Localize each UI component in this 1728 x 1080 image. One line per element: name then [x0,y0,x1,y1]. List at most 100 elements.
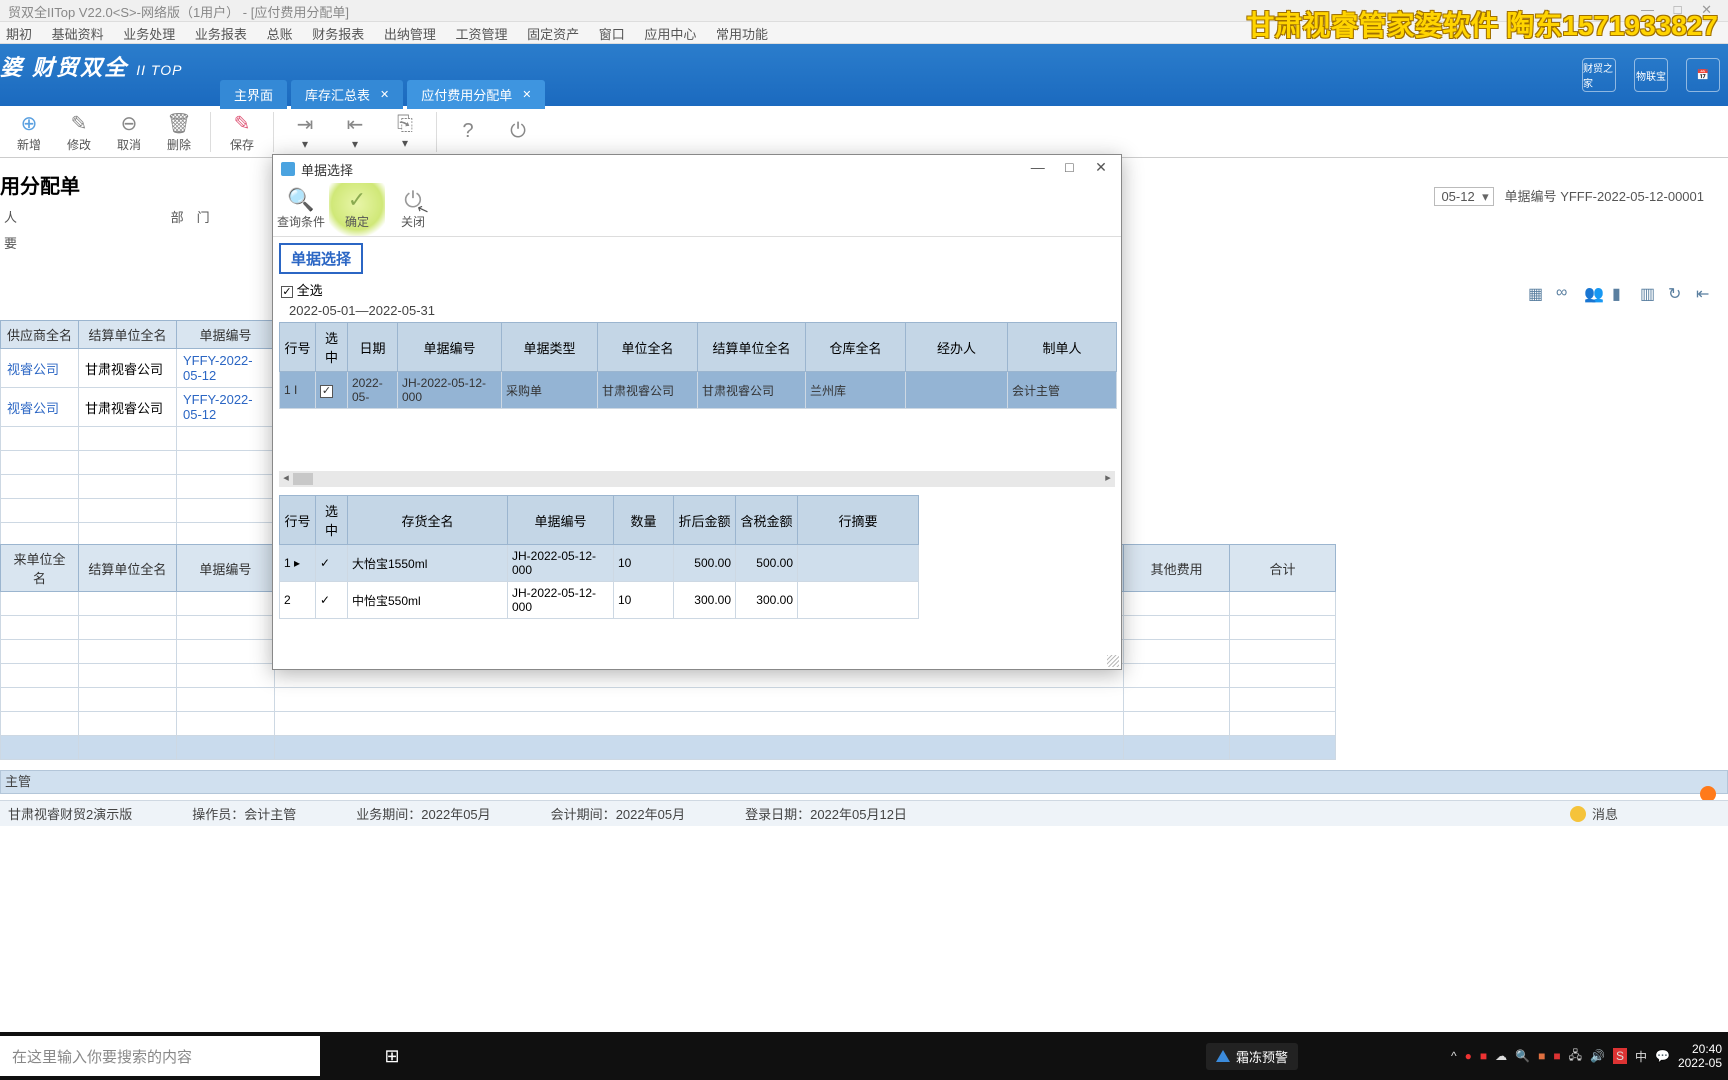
doc-date-row: 05-12 单据编号 YFFF-2022-05-12-00001 [1430,186,1716,212]
dialog-maximize[interactable]: □ [1055,159,1083,175]
table-row[interactable]: 视睿公司甘肃视睿公司YFFY-2022-05-12 [1,388,275,427]
menu-item[interactable]: 总账 [267,27,293,42]
menu-item[interactable]: 期初 [6,27,32,42]
grid-icon[interactable]: ▦ [1528,284,1548,304]
date-picker[interactable]: 05-12 [1434,187,1493,206]
section-tag: 单据选择 [279,243,363,274]
menu-item[interactable]: 工资管理 [455,27,507,42]
dialog-icon [281,162,295,176]
edit-button[interactable]: ✎修改 [54,111,104,153]
close-icon[interactable]: ✕ [380,88,389,101]
menu-item[interactable]: 窗口 [599,27,625,42]
app-banner: 甘肃视睿管家婆软件 陶东1571933827 婆 财贸双全 II TOP 主界面… [0,44,1728,106]
row-checkbox[interactable]: ✓ [320,593,330,607]
list-icon[interactable]: ▮ [1612,284,1632,304]
scroll-right-icon[interactable]: ▸ [1101,471,1115,487]
scroll-thumb[interactable] [293,473,313,485]
back-icon[interactable]: ⇤ [1696,284,1716,304]
refresh-icon[interactable]: ↻ [1668,284,1688,304]
table-row[interactable]: 1 ▸ ✓ 大怡宝1550ml JH-2022-05-12-000 10 500… [280,545,919,582]
row-checkbox[interactable]: ✓ [320,385,333,398]
maker-label: 人 [4,207,17,226]
system-tray: ^ ● ■ ☁ 🔍 ■ ■ 🖧 🔊 S 中 💬 20:402022-05 [1451,1042,1722,1070]
table-row[interactable]: 2 ✓ 中怡宝550ml JH-2022-05-12-000 10 300.00… [280,582,919,619]
dialog-close[interactable]: ✕ [1087,159,1115,176]
explorer-icon[interactable] [416,1032,464,1080]
tray-network-icon[interactable]: 🖧 [1569,1046,1582,1067]
tray-app-icon[interactable]: ■ [1480,1049,1487,1063]
menu-item[interactable]: 出纳管理 [384,27,436,42]
copy-dropdown[interactable]: ⎘▾ [380,113,430,150]
horizontal-scrollbar[interactable]: ◂ ▸ [279,471,1115,487]
dialog-minimize[interactable]: — [1024,159,1052,175]
tray-volume-icon[interactable]: 🔊 [1590,1049,1605,1063]
tray-record-icon[interactable]: ● [1465,1049,1472,1063]
confirm-button[interactable]: ✓确定 ↖ [329,183,385,236]
table-row[interactable]: 视睿公司甘肃视睿公司YFFY-2022-05-12 [1,349,275,388]
tray-ime-icon[interactable]: S [1613,1048,1627,1064]
tray-app2-icon[interactable]: ■ [1538,1049,1545,1063]
menu-item[interactable]: 业务处理 [123,27,175,42]
dialog-titlebar[interactable]: 单据选择 — □ ✕ [273,155,1121,183]
menu-item[interactable]: 基础资料 [52,27,104,42]
scroll-left-icon[interactable]: ◂ [279,471,293,487]
home-icon[interactable]: 财贸之家 [1582,58,1616,92]
menu-item[interactable]: 固定资产 [527,27,579,42]
banner-right-icons: 财贸之家 物联宝 📅 [1582,58,1720,92]
save-button[interactable]: ✎保存 [217,111,267,153]
cancel-button[interactable]: ⊖取消 [104,111,154,153]
message-button[interactable]: 消息 [1570,804,1618,823]
iot-icon[interactable]: 物联宝 [1634,58,1668,92]
calendar-icon[interactable]: 📅 [1686,58,1720,92]
weather-widget[interactable]: 霜冻预警 [1206,1043,1298,1070]
menu-item[interactable]: 财务报表 [312,27,364,42]
document-tabs: 主界面 库存汇总表✕ 应付费用分配单✕ [220,80,549,109]
link-icon[interactable]: ∞ [1556,284,1576,304]
watermark-text: 甘肃视睿管家婆软件 陶东1571933827 [1246,4,1718,44]
menu-item[interactable]: 业务报表 [195,27,247,42]
table-row[interactable]: 1 I ✓ 2022-05- JH-2022-05-12-000 采购单 甘肃视… [280,372,1117,409]
tab-main[interactable]: 主界面 [220,80,287,109]
close-icon[interactable]: ✕ [522,88,531,101]
goods-detail-grid[interactable]: 行号 选中 存货全名 单据编号 数量 折后金额 含税金额 行摘要 1 ▸ ✓ 大… [279,495,919,619]
select-all-checkbox[interactable]: ✓ 全选 [273,278,1121,301]
document-select-grid[interactable]: 行号 选中 日期 单据编号 单据类型 单位全名 结算单位全名 仓库全名 经办人 … [279,322,1117,409]
calc-icon[interactable]: ▥ [1640,284,1660,304]
menu-item[interactable]: 应用中心 [644,27,696,42]
tray-app3-icon[interactable]: ■ [1553,1049,1560,1063]
edge-icon[interactable] [464,1032,512,1080]
export-dropdown[interactable]: ⇤▾ [330,112,380,151]
col-supplier: 供应商全名 [1,321,79,349]
taskbar-search[interactable]: 在这里输入你要搜索的内容 [0,1036,320,1076]
col-other-fee: 其他费用 [1124,545,1230,592]
tray-onedrive-icon[interactable]: ☁ [1495,1049,1507,1063]
delete-button[interactable]: 🗑删除 [154,111,204,153]
tray-ime-lang[interactable]: 中 [1635,1048,1647,1065]
tab-stock-summary[interactable]: 库存汇总表✕ [291,80,403,109]
task-view-icon[interactable]: ⊞ [368,1032,416,1080]
import-dropdown[interactable]: ⇥▾ [280,112,330,151]
col-total: 合计 [1230,545,1336,592]
date-range-text: 2022-05-01—2022-05-31 [273,301,1121,320]
power-button[interactable]: ⏻ [493,120,543,143]
row-checkbox[interactable]: ✓ [320,556,330,570]
tab-payable-alloc[interactable]: 应付费用分配单✕ [407,80,545,109]
cortana-icon[interactable] [320,1032,368,1080]
help-button[interactable]: ? [443,120,493,143]
close-button[interactable]: ⏻关闭 [385,183,441,236]
search-icon: 🔍 [273,187,329,213]
supplier-grid[interactable]: 供应商全名 结算单位全名 单据编号 视睿公司甘肃视睿公司YFFY-2022-05… [0,320,275,547]
row-indicator-icon: ▸ [294,556,300,570]
taskbar-clock[interactable]: 20:402022-05 [1678,1042,1722,1070]
check-icon: ✓ [329,187,385,213]
menu-item[interactable]: 常用功能 [716,27,768,42]
add-button[interactable]: ⊕新增 [4,111,54,153]
users-icon[interactable]: 👥 [1584,284,1604,304]
help-icon: ? [443,120,493,143]
search-condition-button[interactable]: 🔍查询条件 [273,183,329,236]
tray-search-icon[interactable]: 🔍 [1515,1049,1530,1063]
resize-grip[interactable] [1107,655,1119,667]
tray-action-center-icon[interactable]: 💬 [1655,1049,1670,1063]
tray-chevron-icon[interactable]: ^ [1451,1049,1457,1063]
acc-period: 会计期间：2022年05月 [551,804,685,823]
